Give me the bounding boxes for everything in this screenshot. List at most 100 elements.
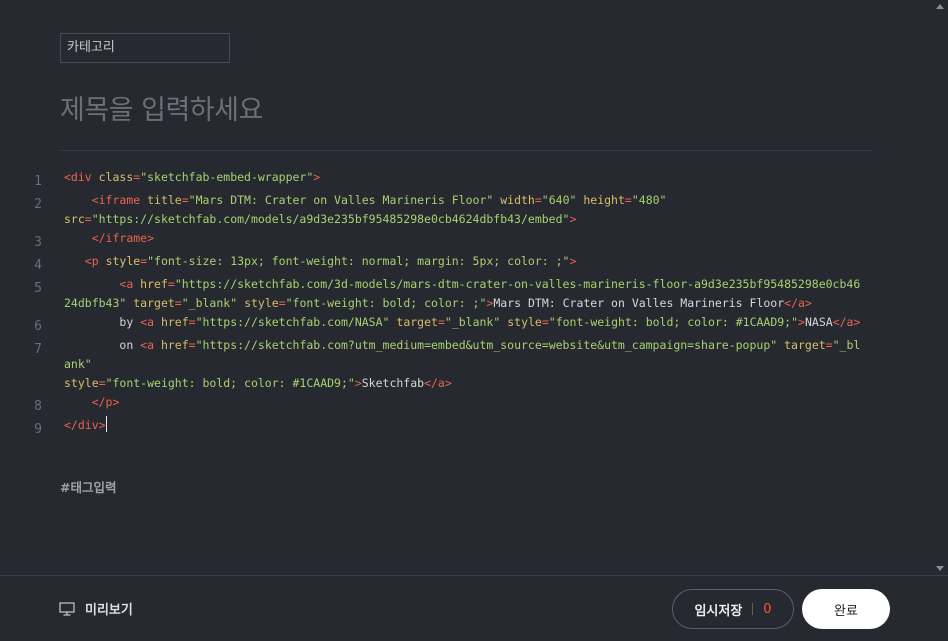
code-token: </a> bbox=[784, 296, 812, 310]
code-token: Sketchfab bbox=[361, 376, 425, 390]
code-token: "sketchfab-embed-wrapper" bbox=[140, 170, 314, 184]
code-token: "Mars DTM: Crater on Valles Marineris Fl… bbox=[188, 193, 494, 207]
code-token: = bbox=[534, 193, 542, 207]
code-token: = bbox=[278, 296, 286, 310]
code-token: height bbox=[583, 193, 625, 207]
code-token: = bbox=[188, 315, 196, 329]
code-token: = bbox=[181, 193, 189, 207]
code-token: title bbox=[147, 193, 182, 207]
code-token: by bbox=[64, 315, 141, 329]
code-token: "font-size: 13px; font-weight: normal; m… bbox=[147, 254, 570, 268]
tag-input[interactable]: #태그입력 bbox=[60, 477, 116, 496]
code-token: "https://sketchfab.com?utm_medium=embed&… bbox=[195, 338, 778, 352]
code-line[interactable]: 5 <a href="https://sketchfab.com/3d-mode… bbox=[26, 275, 866, 313]
code-token: target bbox=[133, 296, 175, 310]
arrow-down-icon[interactable] bbox=[936, 566, 944, 571]
code-token: > bbox=[798, 315, 805, 329]
code-token: target bbox=[784, 338, 826, 352]
code-token: style bbox=[244, 296, 279, 310]
scrollbar[interactable] bbox=[932, 0, 948, 575]
line-number: 2 bbox=[34, 197, 42, 212]
code-content: <div class="sketchfab-embed-wrapper"> bbox=[50, 168, 866, 191]
code-token: target bbox=[396, 315, 438, 329]
code-line[interactable]: 9 </div> bbox=[26, 416, 866, 439]
code-token: "https://sketchfab.com/NASA" bbox=[195, 315, 390, 329]
code-token: </div> bbox=[64, 418, 106, 432]
category-select[interactable]: 카테고리 bbox=[60, 33, 230, 63]
code-token: > bbox=[354, 376, 362, 390]
code-token: "font-weight: bold; color: #1CAAD9;" bbox=[105, 376, 355, 390]
code-token: href bbox=[140, 277, 168, 291]
code-content: <p style="font-size: 13px; font-weight: … bbox=[50, 252, 866, 275]
code-content: <iframe title="Mars DTM: Crater on Valle… bbox=[50, 191, 866, 229]
code-token: = bbox=[167, 277, 175, 291]
code-line[interactable]: 2 <iframe title="Mars DTM: Crater on Val… bbox=[26, 191, 866, 229]
code-token: = bbox=[98, 376, 106, 390]
code-token: width bbox=[500, 193, 535, 207]
code-content: <a href="https://sketchfab.com/3d-models… bbox=[50, 275, 866, 313]
code-token: src bbox=[64, 212, 85, 226]
line-number: 5 bbox=[34, 281, 42, 296]
code-content: on <a href="https://sketchfab.com?utm_me… bbox=[50, 336, 866, 393]
editor-page: 카테고리 제목을 입력하세요 1 <div class="sketchfab-em… bbox=[0, 0, 948, 641]
code-token: > bbox=[569, 254, 577, 268]
code-token: "https://sketchfab.com/models/a9d3e235bf… bbox=[91, 212, 570, 226]
code-token: class bbox=[98, 170, 134, 184]
code-token: = bbox=[174, 296, 182, 310]
code-line[interactable]: 7 on <a href="https://sketchfab.com?utm_… bbox=[26, 336, 866, 393]
line-number: 7 bbox=[34, 342, 42, 357]
code-token: "640" bbox=[541, 193, 577, 207]
code-token: </a> bbox=[832, 315, 861, 329]
temp-save-label: 임시저장 bbox=[694, 603, 743, 619]
code-token: <a bbox=[140, 338, 161, 352]
code-token: style bbox=[64, 376, 99, 390]
temp-save-button[interactable]: 임시저장 0 bbox=[672, 589, 794, 629]
code-token: Mars DTM: Crater on Valles Marineris Flo… bbox=[493, 296, 785, 310]
code-line[interactable]: 3 </iframe> bbox=[26, 229, 866, 252]
code-token: "font-weight: bold; color: #1CAAD9;" bbox=[548, 315, 799, 329]
code-token: href bbox=[160, 315, 189, 329]
line-number: 8 bbox=[34, 399, 42, 414]
code-content: </iframe> bbox=[50, 229, 866, 252]
code-editor[interactable]: 1 <div class="sketchfab-embed-wrapper"> 2 … bbox=[26, 168, 866, 439]
code-content: </div> bbox=[50, 416, 866, 439]
code-line[interactable]: 6 by <a href="https://sketchfab.com/NASA… bbox=[26, 313, 866, 336]
code-line[interactable]: 1 <div class="sketchfab-embed-wrapper"> bbox=[26, 168, 866, 191]
code-content: </p> bbox=[50, 393, 866, 416]
code-token: = bbox=[84, 212, 92, 226]
code-token: > bbox=[569, 212, 577, 226]
code-token: <a bbox=[119, 277, 141, 291]
code-token: = bbox=[541, 315, 549, 329]
code-token: style bbox=[105, 254, 141, 268]
text-cursor bbox=[105, 416, 107, 432]
code-token: "font-weight: bold; color: ;" bbox=[285, 296, 487, 310]
monitor-icon bbox=[59, 601, 75, 616]
separator bbox=[752, 603, 754, 615]
code-line[interactable]: 4 <p style="font-size: 13px; font-weight… bbox=[26, 252, 866, 275]
arrow-up-icon[interactable] bbox=[936, 4, 944, 9]
code-token: <iframe bbox=[91, 193, 148, 207]
line-number: 4 bbox=[34, 258, 42, 273]
line-number: 6 bbox=[34, 319, 42, 334]
divider bbox=[60, 150, 872, 151]
done-button[interactable]: 완료 bbox=[802, 589, 890, 629]
code-token: href bbox=[160, 338, 189, 352]
title-input[interactable]: 제목을 입력하세요 bbox=[60, 88, 263, 127]
temp-save-count[interactable]: 0 bbox=[763, 602, 771, 617]
code-token: = bbox=[624, 193, 632, 207]
code-line[interactable]: 8 </p> bbox=[26, 393, 866, 416]
code-token: </p> bbox=[91, 395, 120, 409]
line-number: 1 bbox=[34, 174, 42, 189]
code-token: = bbox=[437, 315, 445, 329]
preview-button[interactable]: 미리보기 bbox=[59, 599, 133, 618]
code-token: "480" bbox=[631, 193, 667, 207]
code-token: NASA bbox=[804, 315, 833, 329]
category-label: 카테고리 bbox=[67, 40, 115, 55]
line-number: 9 bbox=[34, 422, 42, 437]
code-token: "_blank" bbox=[444, 315, 501, 329]
code-token: style bbox=[507, 315, 542, 329]
